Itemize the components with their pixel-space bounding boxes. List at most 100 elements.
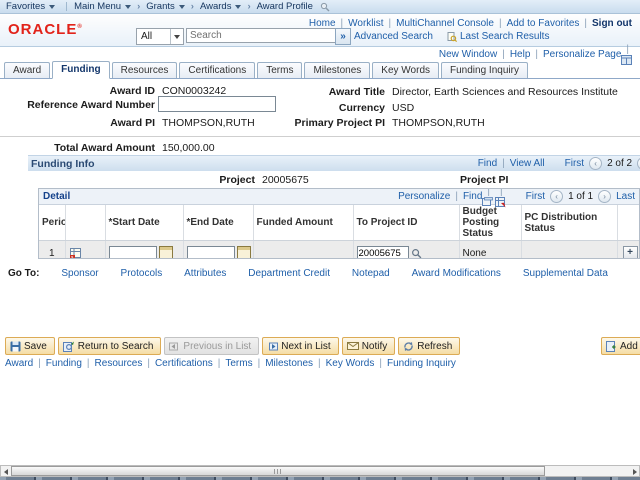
footer-link-certifications[interactable]: Certifications (142, 358, 213, 369)
breadcrumb-separator-icon (137, 1, 140, 12)
search-go-button[interactable]: » (335, 28, 351, 45)
chevron-down-icon[interactable] (170, 29, 183, 44)
zoom-grid-icon[interactable] (482, 189, 495, 207)
view-all-link[interactable]: View All (497, 158, 545, 169)
tab-key-words[interactable]: Key Words (372, 62, 440, 78)
footer-link-terms[interactable]: Terms (213, 358, 252, 369)
notepad-link[interactable]: Notepad (352, 268, 390, 279)
tab-funding[interactable]: Funding (52, 61, 110, 79)
to-project-id-input[interactable] (356, 246, 409, 258)
search-input[interactable] (186, 28, 340, 43)
detail-grid: Detail Personalize Find First 1 of 1 Las… (38, 188, 640, 259)
tab-certifications[interactable]: Certifications (179, 62, 256, 78)
return-to-search-button[interactable]: Return to Search (57, 337, 162, 355)
last-search-results-link[interactable]: Last Search Results (447, 31, 549, 42)
add-button[interactable]: Add (601, 337, 640, 355)
protocols-link[interactable]: Protocols (121, 268, 163, 279)
currency-label: Currency (338, 102, 385, 114)
add-to-favorites-link[interactable]: Add to Favorites (494, 18, 580, 29)
footer-link-resources[interactable]: Resources (82, 358, 143, 369)
breadcrumb-divider (66, 2, 68, 11)
row-counter: 1 of 1 (568, 191, 594, 202)
footer-link-funding-inquiry[interactable]: Funding Inquiry (374, 358, 456, 369)
add-row-button[interactable]: + (622, 245, 638, 258)
worklist-link[interactable]: Worklist (336, 18, 383, 29)
multichannel-console-link[interactable]: MultiChannel Console (384, 18, 494, 29)
attributes-link[interactable]: Attributes (184, 268, 226, 279)
supplemental-data-link[interactable]: Supplemental Data (523, 268, 608, 279)
horizontal-scrollbar[interactable] (0, 465, 640, 477)
scroll-right-arrow[interactable] (630, 467, 639, 476)
find-link[interactable]: Find (478, 158, 497, 169)
notify-button[interactable]: Notify (341, 337, 396, 355)
search-scope-select[interactable]: All (136, 28, 184, 45)
footer-link-key-words[interactable]: Key Words (313, 358, 375, 369)
home-link[interactable]: Home (309, 18, 336, 29)
utility-links: New Window Help Personalize Page (0, 46, 634, 65)
download-icon[interactable] (495, 189, 508, 208)
footer-link-milestones[interactable]: Milestones (253, 358, 313, 369)
favorites-menu[interactable]: Favorites (6, 1, 56, 12)
budget-detail-icon[interactable]: $ (69, 247, 102, 258)
lookup-icon[interactable] (411, 248, 422, 259)
project-label: Project (219, 174, 255, 186)
new-window-link[interactable]: New Window (439, 49, 497, 60)
next-row-icon[interactable] (598, 190, 612, 203)
breadcrumb-item-grants[interactable]: Grants (146, 1, 185, 12)
department-credit-link[interactable]: Department Credit (248, 268, 330, 279)
reference-award-number-label: Reference Award Number (27, 99, 155, 111)
chevron-down-icon (49, 4, 56, 9)
calendar-icon[interactable] (236, 246, 251, 258)
first-link[interactable]: First (565, 158, 584, 169)
personalize-link[interactable]: Personalize (398, 191, 450, 202)
sign-out-link[interactable]: Sign out (579, 18, 632, 29)
footer-link-award[interactable]: Award (5, 358, 33, 369)
main-menu[interactable]: Main Menu (74, 1, 132, 12)
end-date-cell (183, 240, 254, 258)
award-pi-value: THOMPSON,RUTH (162, 117, 255, 129)
row-counter: 2 of 2 (607, 158, 633, 169)
first-link[interactable]: First (526, 191, 545, 202)
tab-resources[interactable]: Resources (111, 62, 178, 78)
previous-icon (169, 341, 180, 352)
previous-row-icon[interactable] (550, 190, 564, 203)
footer-link-funding[interactable]: Funding (33, 358, 82, 369)
award-modifications-link[interactable]: Award Modifications (412, 268, 501, 279)
start-date-cell (105, 240, 184, 258)
last-link[interactable]: Last (616, 191, 635, 202)
search-sub-links: Advanced Search Last Search Results (354, 31, 549, 42)
detail-title: Detail (43, 191, 71, 202)
end-date-input[interactable] (186, 246, 235, 258)
funding-info-header: Funding Info Find View All First 2 of 2 … (28, 155, 640, 171)
breadcrumb: Favorites Main Menu Grants Awards Award … (0, 0, 640, 14)
breadcrumb-item-awards[interactable]: Awards (200, 1, 242, 12)
advanced-search-link[interactable]: Advanced Search (354, 31, 433, 42)
next-in-list-button[interactable]: Next in List (262, 337, 339, 355)
main-menu-label: Main Menu (74, 1, 122, 12)
help-link[interactable]: Help (497, 49, 531, 60)
scrollbar-thumb[interactable] (11, 466, 545, 476)
page-tabs: Award Funding Resources Certifications T… (0, 61, 640, 79)
col-end-date: *End Date (183, 205, 254, 241)
sponsor-link[interactable]: Sponsor (61, 268, 98, 279)
tab-award[interactable]: Award (4, 62, 51, 78)
tab-funding-inquiry[interactable]: Funding Inquiry (441, 62, 528, 78)
reference-award-number-input[interactable] (158, 96, 276, 112)
primary-project-pi-label: Primary Project PI (294, 117, 385, 129)
personalize-page-link[interactable]: Personalize Page (530, 49, 621, 60)
previous-row-icon[interactable] (589, 157, 603, 170)
footer-tab-links: Award Funding Resources Certifications T… (5, 358, 456, 369)
find-link[interactable]: Find (450, 191, 482, 202)
tab-milestones[interactable]: Milestones (304, 62, 371, 78)
save-icon (10, 341, 21, 352)
scroll-left-arrow[interactable] (1, 467, 10, 476)
funding-info-title: Funding Info (31, 157, 95, 170)
pc-distribution-status-value (521, 240, 618, 258)
calendar-icon[interactable] (158, 246, 173, 258)
save-button[interactable]: Save (5, 337, 55, 355)
table-header-row: Period *Start Date *End Date Funded Amou… (39, 205, 639, 241)
refresh-button[interactable]: Refresh (398, 337, 461, 355)
breadcrumb-item-award-profile: Award Profile (256, 1, 313, 12)
tab-terms[interactable]: Terms (257, 62, 303, 78)
start-date-input[interactable] (108, 246, 157, 258)
